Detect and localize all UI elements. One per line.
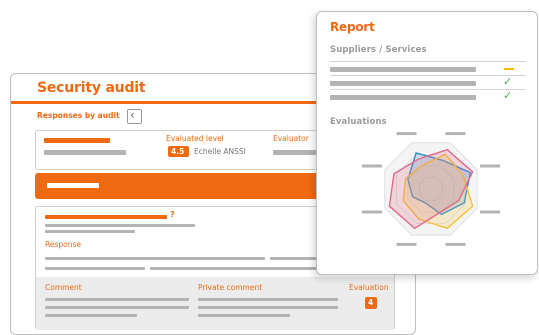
question-line — [45, 230, 135, 233]
supplier-name-bar — [330, 81, 476, 86]
supplier-row[interactable]: ✓ — [330, 91, 526, 104]
evaluation-badge[interactable]: 4 — [365, 297, 377, 309]
audit-name-bar — [44, 138, 110, 143]
response-label: Response — [45, 240, 81, 249]
response-line — [45, 257, 265, 260]
report-window: Report Suppliers / Services ✓ ✓ Evaluati… — [316, 11, 538, 275]
comment-label: Comment — [45, 283, 82, 292]
supplier-name-bar — [330, 67, 476, 72]
radar-chart — [317, 124, 538, 275]
radar-axis-label — [446, 243, 466, 246]
window-title: Security audit — [37, 80, 145, 96]
level-badge: 4.5 — [168, 146, 189, 157]
evaluator-label: Evaluator — [273, 134, 309, 143]
divider — [330, 61, 526, 62]
dash-icon — [504, 68, 514, 70]
radar-axis-label — [362, 165, 382, 168]
response-line — [45, 267, 145, 270]
comment-line — [45, 306, 189, 309]
back-button[interactable]: ‹ — [127, 109, 142, 124]
comment-line — [45, 298, 189, 301]
evaluation-label: Evaluation — [349, 283, 389, 292]
private-comment-line — [198, 298, 338, 301]
report-title: Report — [330, 20, 375, 34]
question-mark: ? — [170, 210, 175, 219]
radar-axis-label — [397, 243, 417, 246]
question-line — [45, 224, 195, 227]
supplier-row[interactable] — [330, 63, 526, 76]
comment-panel: Comment Private comment Evaluation 4 — [36, 277, 394, 330]
responses-by-audit-label: Responses by audit — [37, 111, 120, 120]
evaluated-level-label: Evaluated level — [166, 134, 224, 143]
radar-axis-label — [362, 211, 382, 214]
radar-axis-label — [446, 132, 466, 135]
comment-line — [45, 314, 137, 317]
check-icon: ✓ — [503, 75, 512, 88]
radar-axis-label — [397, 132, 417, 135]
section-title-bar — [47, 183, 99, 188]
radar-axis-label — [480, 211, 500, 214]
supplier-row[interactable]: ✓ — [330, 77, 526, 90]
supplier-name-bar — [330, 95, 476, 100]
private-comment-label: Private comment — [198, 283, 262, 292]
scale-name: Echelle ANSSI — [194, 147, 246, 156]
question-title-bar — [45, 215, 167, 219]
audit-sub-bar — [44, 150, 126, 155]
audit-summary-card[interactable]: Evaluated level 4.5 Echelle ANSSI Evalua… — [35, 130, 325, 170]
private-comment-line — [198, 306, 338, 309]
radar-axis-label — [480, 165, 500, 168]
suppliers-heading: Suppliers / Services — [330, 45, 427, 55]
check-icon: ✓ — [503, 89, 512, 102]
chevron-left-icon: ‹ — [130, 108, 135, 122]
private-comment-line — [198, 314, 290, 317]
